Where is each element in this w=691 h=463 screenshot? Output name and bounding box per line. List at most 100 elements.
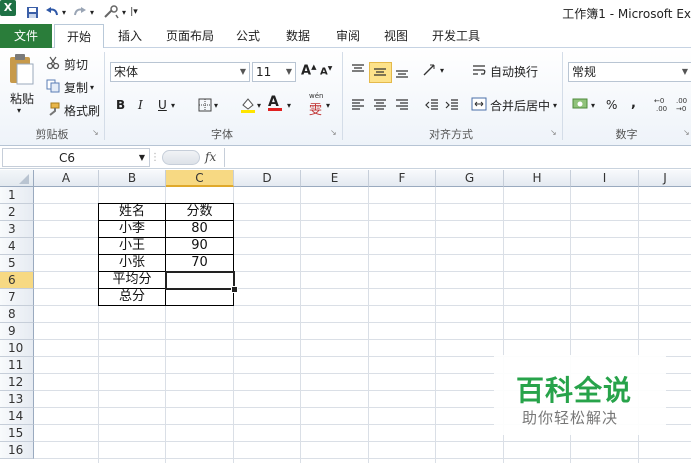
name-box-dropdown-icon[interactable]: ▼ (139, 149, 145, 167)
align-left-icon[interactable] (350, 98, 366, 115)
cell-b5[interactable]: 小张 (99, 255, 165, 271)
quick-access-dropdown-icon[interactable]: ▾ (120, 4, 128, 20)
cell-c2[interactable]: 分数 (166, 204, 233, 220)
column-header-j[interactable]: J (639, 170, 691, 187)
font-launcher-icon[interactable]: ↘ (330, 128, 337, 137)
tab-file[interactable]: 文件 (0, 24, 52, 48)
clipboard-launcher-icon[interactable]: ↘ (92, 128, 99, 137)
orientation-icon[interactable] (422, 63, 440, 80)
percent-button[interactable]: % (606, 98, 617, 112)
cell-b4[interactable]: 小王 (99, 238, 165, 254)
font-color-dropdown-icon[interactable]: ▾ (287, 101, 291, 110)
paste-icon[interactable] (6, 54, 36, 86)
row-header-14[interactable]: 14 (0, 408, 34, 425)
row-header-10[interactable]: 10 (0, 340, 34, 357)
italic-button[interactable]: I (138, 98, 143, 112)
column-header-e[interactable]: E (301, 170, 369, 187)
font-name-select[interactable]: 宋体 ▼ (110, 62, 250, 82)
formula-input[interactable] (224, 148, 691, 167)
cell-c3[interactable]: 80 (166, 221, 233, 237)
quick-access-more-icon[interactable]: |▾ (130, 4, 138, 20)
currency-dropdown-icon[interactable]: ▾ (591, 101, 595, 110)
column-header-i[interactable]: I (571, 170, 639, 187)
cell-b7[interactable]: 总分 (99, 289, 165, 305)
copy-button[interactable]: 复制 ▾ (46, 79, 94, 96)
font-size-select[interactable]: 11 ▼ (252, 62, 296, 82)
tab-review[interactable]: 审阅 (328, 24, 368, 48)
paste-dropdown-icon[interactable]: ▾ (17, 106, 21, 115)
column-header-h[interactable]: H (504, 170, 571, 187)
undo-dropdown-icon[interactable]: ▾ (60, 4, 68, 20)
cell-c7[interactable] (166, 289, 233, 305)
phonetic-icon[interactable]: 雯 (309, 99, 322, 118)
undo-icon[interactable] (44, 4, 60, 20)
align-top-icon[interactable] (350, 63, 366, 80)
column-header-a[interactable]: A (34, 170, 99, 187)
column-header-b[interactable]: B (99, 170, 166, 187)
tab-home[interactable]: 开始 (54, 24, 104, 51)
align-bottom-icon[interactable] (394, 65, 410, 82)
borders-icon[interactable] (198, 98, 212, 115)
column-header-c[interactable]: C (166, 170, 234, 187)
format-painter-button[interactable]: 格式刷 (46, 102, 100, 119)
wrap-text-button[interactable]: 自动换行 (471, 63, 538, 80)
save-icon[interactable] (24, 4, 40, 20)
column-header-d[interactable]: D (234, 170, 301, 187)
row-header-8[interactable]: 8 (0, 306, 34, 323)
formula-bar-splitter[interactable]: ⋮ (150, 149, 160, 166)
row-header-3[interactable]: 3 (0, 221, 34, 238)
align-right-icon[interactable] (394, 98, 410, 115)
orientation-dropdown-icon[interactable]: ▾ (440, 66, 444, 75)
currency-icon[interactable] (572, 97, 590, 114)
phonetic-dropdown-icon[interactable]: ▾ (326, 101, 330, 110)
column-header-g[interactable]: G (436, 170, 504, 187)
row-header-4[interactable]: 4 (0, 238, 34, 255)
row-header-16[interactable]: 16 (0, 442, 34, 459)
row-header-1[interactable]: 1 (0, 187, 34, 204)
insert-function-button[interactable]: fx (205, 150, 216, 164)
alignment-launcher-icon[interactable]: ↘ (550, 128, 557, 137)
row-header-9[interactable]: 9 (0, 323, 34, 340)
fill-handle[interactable] (231, 286, 238, 293)
merge-center-button[interactable]: 合并后居中 ▾ (471, 97, 557, 114)
row-header-2[interactable]: 2 (0, 204, 34, 221)
column-header-f[interactable]: F (369, 170, 436, 187)
increase-decimal-icon[interactable]: ←0.00 (654, 96, 672, 115)
align-middle-icon[interactable] (372, 65, 388, 82)
row-header-11[interactable]: 11 (0, 357, 34, 374)
name-box[interactable]: C6 ▼ (2, 148, 150, 167)
tab-data[interactable]: 数据 (278, 24, 318, 48)
tab-view[interactable]: 视图 (376, 24, 416, 48)
row-header-12[interactable]: 12 (0, 374, 34, 391)
row-header-13[interactable]: 13 (0, 391, 34, 408)
shrink-font-button[interactable]: A▼ (320, 65, 332, 77)
tab-insert[interactable]: 插入 (112, 24, 148, 48)
tab-developer[interactable]: 开发工具 (426, 24, 486, 48)
decrease-decimal-icon[interactable]: .00 →0 (676, 96, 691, 115)
underline-dropdown-icon[interactable]: ▾ (171, 101, 175, 110)
number-format-select[interactable]: 常规 ▼ (568, 62, 691, 82)
cell-b6[interactable]: 平均分 (99, 272, 165, 288)
tab-page-layout[interactable]: 页面布局 (160, 24, 220, 48)
row-header-6[interactable]: 6 (0, 272, 34, 289)
tab-formulas[interactable]: 公式 (230, 24, 266, 48)
fill-color-dropdown-icon[interactable]: ▾ (257, 101, 261, 110)
align-center-icon[interactable] (372, 98, 388, 115)
cell-b2[interactable]: 姓名 (99, 204, 165, 220)
redo-dropdown-icon[interactable]: ▾ (88, 4, 96, 20)
paste-button[interactable]: 粘贴 (10, 90, 34, 107)
row-header-7[interactable]: 7 (0, 289, 34, 306)
underline-button[interactable]: U (158, 98, 167, 112)
select-all-corner[interactable] (0, 170, 34, 187)
cell-c5[interactable]: 70 (166, 255, 233, 271)
font-color-button[interactable]: A (268, 94, 282, 111)
active-cell-selection[interactable] (165, 271, 235, 290)
row-header-5[interactable]: 5 (0, 255, 34, 272)
cell-c4[interactable]: 90 (166, 238, 233, 254)
borders-dropdown-icon[interactable]: ▾ (214, 101, 218, 110)
redo-icon[interactable] (72, 4, 88, 20)
decrease-indent-icon[interactable] (424, 98, 440, 115)
bold-button[interactable]: B (116, 98, 125, 112)
row-header-15[interactable]: 15 (0, 425, 34, 442)
cell-b3[interactable]: 小李 (99, 221, 165, 237)
